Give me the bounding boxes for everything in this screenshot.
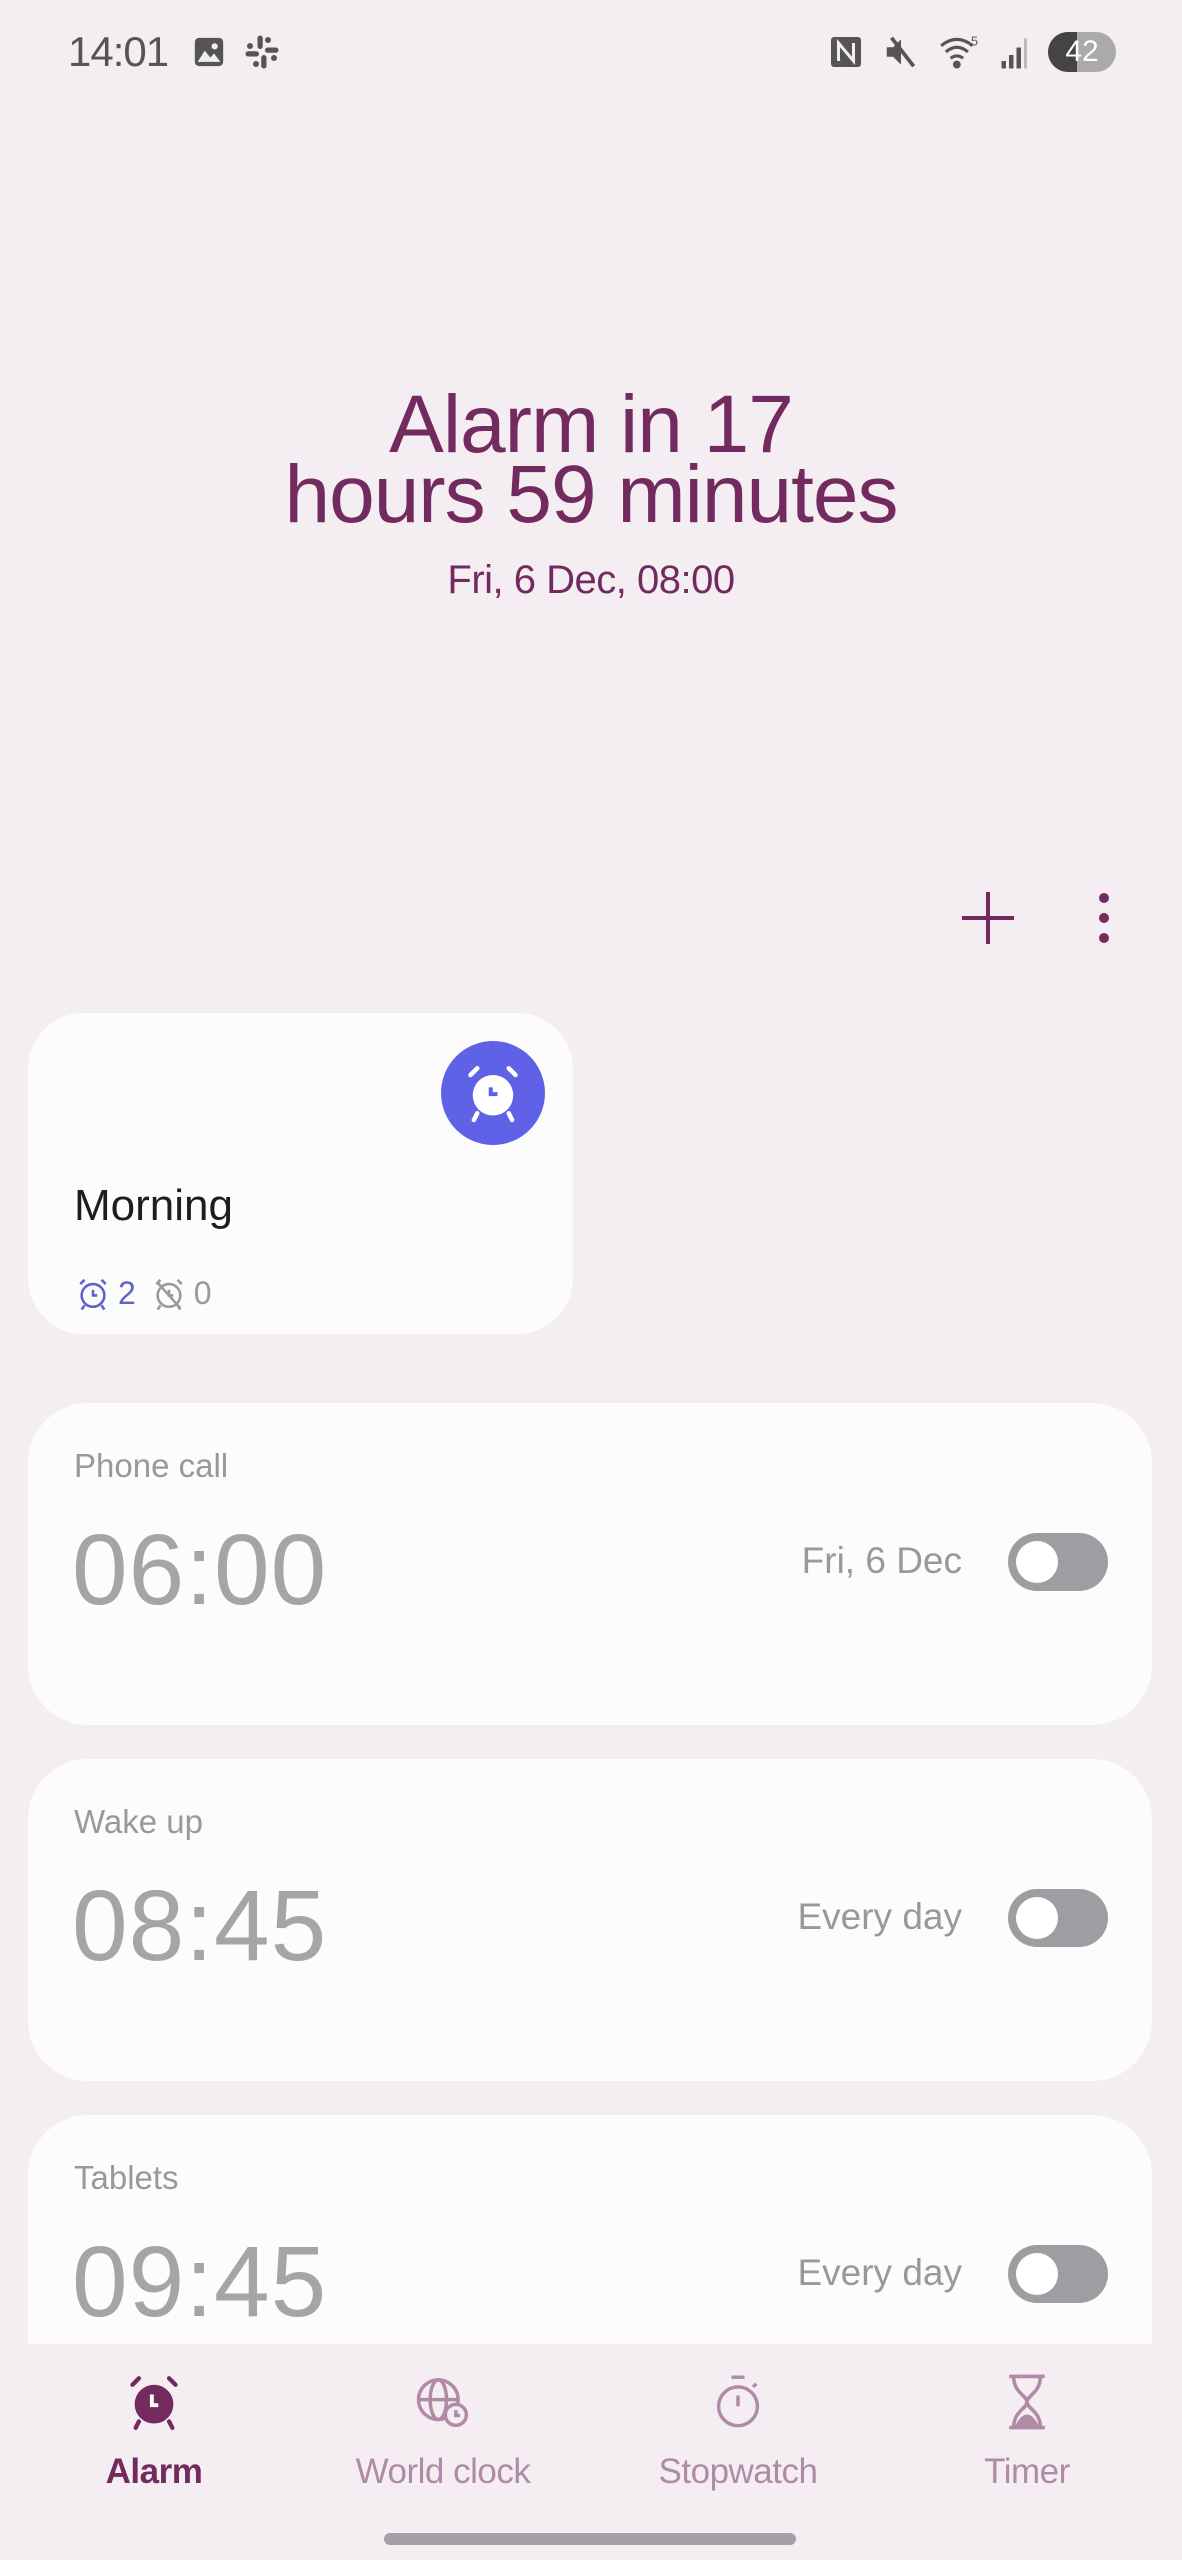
alarm-item[interactable]: Wake up 08:45 Every day [28,1759,1152,2081]
gallery-icon [194,37,224,67]
preset-badge [441,1041,545,1145]
stopwatch-icon [716,2375,760,2428]
more-options-button[interactable] [1074,888,1134,948]
tab-label: Timer [984,2452,1070,2491]
signal-icon [1001,38,1027,69]
preset-name: Morning [74,1181,233,1230]
plus-icon [962,892,1014,944]
wifi-icon: 5 [940,35,978,69]
alarm-item[interactable]: Phone call 06:00 Fri, 6 Dec [28,1403,1152,1725]
alarm-icon [130,2376,178,2430]
toggle-knob [1016,1541,1058,1583]
alarm-time: 08:45 [72,1870,328,1982]
tab-alarm[interactable]: Alarm [34,2372,274,2492]
alarm-toggle[interactable] [1008,2245,1108,2303]
home-indicator[interactable] [384,2533,796,2545]
mute-icon [886,36,916,68]
alarm-preset-card[interactable]: Morning 2 0 [28,1013,573,1334]
alarm-clock-icon [468,1066,518,1123]
status-bar: 14:01 5 42 [0,0,1182,110]
toggle-knob [1016,2253,1058,2295]
tab-timer[interactable]: Timer [907,2372,1147,2492]
inactive-alarm-count: 0 [193,1275,212,1311]
alarm-off-icon [155,1278,183,1310]
slack-icon [245,35,279,69]
battery-indicator: 42 [1048,32,1116,72]
toolbar [958,888,1134,948]
globe-clock-icon [416,2378,469,2428]
next-alarm-summary: Alarm in 17 hours 59 minutes Fri, 6 Dec,… [0,384,1182,603]
tab-label: World clock [355,2452,531,2491]
tab-world-clock[interactable]: World clock [323,2372,563,2492]
svg-text:5: 5 [971,35,978,49]
alarm-repeat: Fri, 6 Dec [801,1540,962,1581]
active-alarm-count: 2 [118,1275,136,1311]
alarm-label: Tablets [74,2159,179,2196]
bottom-navigation: Alarm World clock Stopwatch Timer [0,2344,1182,2560]
tab-stopwatch[interactable]: Stopwatch [618,2372,858,2492]
tab-label: Stopwatch [658,2452,818,2491]
more-vertical-icon [1099,893,1109,943]
alarm-label: Phone call [74,1447,229,1484]
battery-level: 42 [1065,35,1099,68]
alarm-time: 09:45 [72,2226,328,2338]
status-time: 14:01 [68,28,169,75]
toggle-knob [1016,1897,1058,1939]
alarm-repeat: Every day [797,1896,962,1937]
alarm-label: Wake up [74,1803,204,1840]
next-alarm-datetime: Fri, 6 Dec, 08:00 [447,558,735,602]
next-alarm-countdown: Alarm in 17 hours 59 minutes [0,384,1182,540]
alarm-toggle[interactable] [1008,1533,1108,1591]
tab-label: Alarm [105,2452,203,2491]
preset-stats: 2 0 [76,1275,212,1312]
alarm-time: 06:00 [72,1514,328,1626]
nfc-icon [831,37,861,67]
add-alarm-button[interactable] [958,888,1018,948]
countdown-line-2: hours 59 minutes [284,449,898,540]
hourglass-icon [1009,2374,1045,2430]
alarm-on-icon [79,1278,107,1310]
alarm-repeat: Every day [797,2252,962,2293]
alarm-toggle[interactable] [1008,1889,1108,1947]
